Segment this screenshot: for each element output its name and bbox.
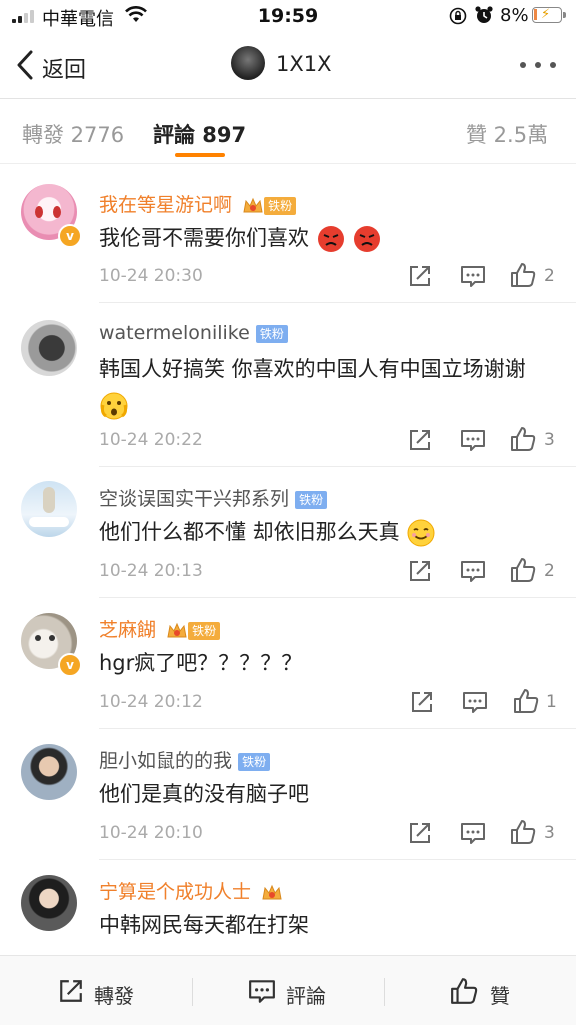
repost-icon[interactable]	[58, 976, 84, 1006]
avatar[interactable]	[21, 481, 77, 537]
comment-time: 10-24 20:13	[99, 561, 203, 581]
comment-username[interactable]: 我在等星游记啊 铁粉	[99, 190, 297, 217]
battery-icon: ⚡	[532, 7, 562, 23]
comment-icon[interactable]	[248, 976, 276, 1006]
comment-username[interactable]: 空谈误国实干兴邦系列 铁粉	[99, 484, 328, 511]
shocked-emoji-icon	[100, 392, 128, 420]
fan-badge: 铁粉	[295, 490, 328, 509]
tab-comments[interactable]: 評論 897	[153, 119, 246, 149]
comment-time: 10-24 20:12	[99, 692, 203, 712]
share-icon[interactable]	[408, 264, 432, 288]
more-options-icon[interactable]	[518, 62, 558, 70]
fan-badge: 铁粉	[188, 621, 221, 640]
like-icon[interactable]	[513, 688, 539, 714]
author-avatar[interactable]	[231, 46, 265, 80]
fan-badge: 铁粉	[264, 196, 297, 215]
page-title[interactable]: 1X1X	[276, 52, 332, 76]
like-icon[interactable]	[510, 426, 536, 452]
verified-badge-icon: v	[58, 653, 82, 677]
comment-username[interactable]: 芝麻餬 铁粉	[99, 615, 221, 642]
tab-reposts[interactable]: 轉發 2776	[22, 119, 124, 149]
comment-text: 中韩网民每天都在打架	[99, 913, 309, 937]
nav-bar: 返回 1X1X	[0, 32, 576, 99]
comment-text: 韩国人好搞笑 你喜欢的中国人有中国立场谢谢	[99, 351, 559, 423]
like-icon[interactable]	[510, 819, 536, 845]
active-tab-indicator	[175, 153, 225, 157]
vip-crown-icon	[167, 622, 187, 637]
comment-text: 他们是真的没有脑子吧	[99, 782, 309, 806]
bottom-action-bar: 轉發 評論 贊	[0, 955, 576, 1025]
vip-crown-icon	[243, 197, 263, 212]
like-count: 2	[544, 561, 555, 581]
vip-crown-icon	[262, 884, 282, 899]
tab-likes[interactable]: 贊 2.5萬	[466, 119, 548, 149]
fan-badge: 铁粉	[238, 752, 271, 771]
like-count: 3	[544, 430, 555, 450]
angry-emoji-icon	[317, 226, 344, 252]
like-count: 3	[544, 823, 555, 843]
reply-icon[interactable]	[460, 821, 486, 845]
reply-icon[interactable]	[462, 690, 488, 714]
smile-emoji-icon	[407, 519, 435, 547]
comment-username[interactable]: 宁算是个成功人士	[99, 877, 283, 904]
verified-badge-icon: v	[58, 224, 82, 248]
reply-icon[interactable]	[460, 428, 486, 452]
comment-text: 我伦哥不需要你们喜欢	[99, 220, 559, 256]
tab-bar: 轉發 2776 評論 897 贊 2.5萬	[0, 99, 576, 159]
like-icon[interactable]	[510, 262, 536, 288]
avatar[interactable]	[21, 875, 77, 931]
angry-emoji-icon	[354, 226, 381, 252]
rotation-lock-icon	[449, 7, 467, 25]
like-icon[interactable]	[510, 557, 536, 583]
battery-percent: 8%	[500, 5, 529, 26]
comment-time: 10-24 20:22	[99, 430, 203, 450]
comment-text: 他们什么都不懂 却依旧那么天真	[99, 514, 559, 550]
reply-icon[interactable]	[460, 559, 486, 583]
share-icon[interactable]	[408, 559, 432, 583]
back-chevron-icon[interactable]	[14, 48, 36, 82]
share-icon[interactable]	[410, 690, 434, 714]
like-count: 1	[546, 692, 557, 712]
share-icon[interactable]	[408, 428, 432, 452]
like-count: 2	[544, 266, 555, 286]
avatar[interactable]	[21, 320, 77, 376]
like-button[interactable]: 贊	[490, 980, 510, 1009]
comment-username[interactable]: watermelonilike 铁粉	[99, 322, 288, 344]
comment-time: 10-24 20:10	[99, 823, 203, 843]
comment-time: 10-24 20:30	[99, 266, 203, 286]
comment-text: hgr疯了吧？？？？？	[99, 651, 303, 675]
comment-button[interactable]: 評論	[286, 980, 326, 1009]
reply-icon[interactable]	[460, 264, 486, 288]
fan-badge: 铁粉	[255, 324, 288, 343]
repost-button[interactable]: 轉發	[94, 980, 134, 1009]
like-icon[interactable]	[450, 976, 478, 1006]
comment-username[interactable]: 胆小如鼠的的我 铁粉	[99, 746, 271, 773]
back-button[interactable]: 返回	[42, 52, 86, 84]
alarm-icon	[475, 6, 493, 23]
status-bar: 中華電信 19:59 8% ⚡	[0, 0, 576, 32]
avatar[interactable]	[21, 744, 77, 800]
share-icon[interactable]	[408, 821, 432, 845]
